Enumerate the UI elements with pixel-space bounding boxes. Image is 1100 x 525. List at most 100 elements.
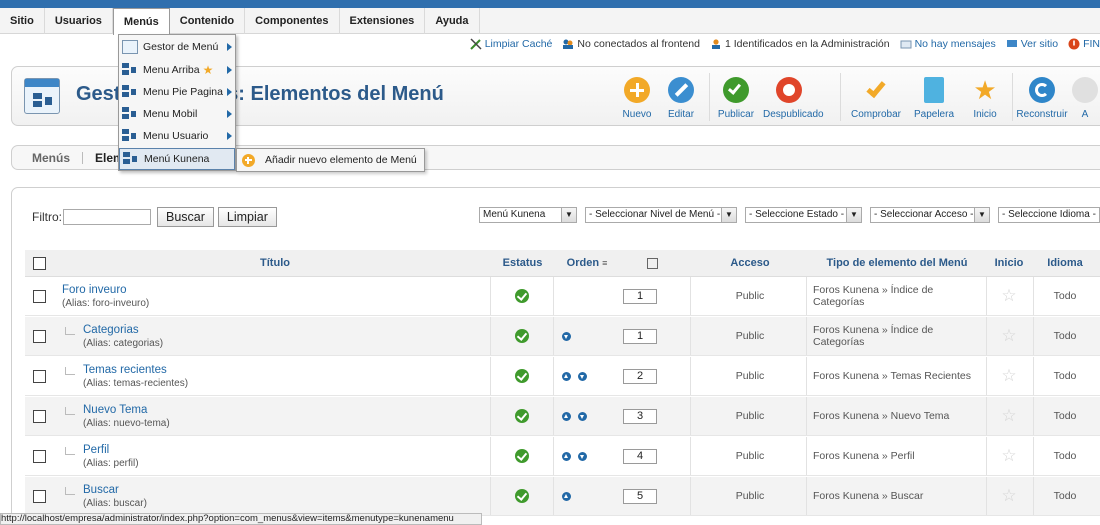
order-input[interactable]: 3 — [623, 397, 659, 435]
move-down-icon[interactable] — [578, 451, 587, 461]
trash-button[interactable]: Papelera — [908, 77, 960, 120]
home-star-icon[interactable]: ☆ — [987, 437, 1031, 475]
menu-select[interactable]: Menú Kunena ▼ — [479, 207, 577, 223]
select-all-checkbox[interactable] — [33, 250, 47, 276]
language-select[interactable]: - Seleccione Idioma - — [998, 207, 1100, 223]
access-select[interactable]: - Seleccionar Acceso - ▼ — [870, 207, 990, 223]
filter-input[interactable] — [63, 209, 151, 225]
row-title-link[interactable]: Buscar — [83, 484, 119, 496]
save-order-icon[interactable] — [647, 257, 659, 269]
header-inicio[interactable]: Inicio — [987, 250, 1031, 276]
published-check-icon[interactable] — [515, 437, 531, 475]
order-input[interactable]: 5 — [623, 477, 659, 515]
header-estatus[interactable]: Estatus — [495, 250, 550, 276]
row-title-link[interactable]: Foro inveuro — [62, 284, 127, 296]
move-down-icon[interactable] — [578, 411, 587, 421]
dropdown-menu-kunena[interactable]: Menú Kunena — [119, 148, 235, 170]
move-up-icon[interactable] — [562, 411, 571, 421]
order-arrows — [562, 397, 602, 435]
dropdown-menu-usuario[interactable]: Menu Usuario — [119, 125, 235, 147]
help-button[interactable]: A — [1070, 77, 1100, 120]
published-check-icon[interactable] — [515, 277, 531, 315]
home-star-icon[interactable]: ☆ — [987, 317, 1031, 355]
menu-icon — [122, 85, 138, 99]
level-select[interactable]: - Seleccionar Nivel de Menú - ▼ — [585, 207, 737, 223]
table-row: Buscar (Alias: buscar) 5 Public Foros Kunena… — [25, 477, 1100, 516]
home-button[interactable]: ★ Inicio — [959, 77, 1011, 120]
filter-label: Filtro: — [32, 210, 62, 224]
published-check-icon[interactable] — [515, 317, 531, 355]
home-star-icon[interactable]: ☆ — [987, 357, 1031, 395]
filter-bar: Filtro: Buscar Limpiar — [32, 207, 277, 227]
dropdown-menu-pie[interactable]: Menu Pie Pagina — [119, 81, 235, 103]
view-site-link[interactable]: Ver sitio — [1006, 38, 1058, 50]
checkin-icon — [863, 77, 889, 103]
unpublish-icon — [776, 77, 802, 103]
row-title-link[interactable]: Temas recientes — [83, 364, 167, 376]
move-down-icon[interactable] — [562, 331, 571, 341]
published-check-icon[interactable] — [515, 477, 531, 515]
header-orden[interactable]: Orden ≡ — [555, 250, 670, 276]
subnav-menus-link[interactable]: Menús — [32, 151, 70, 165]
row-title-link[interactable]: Perfil — [83, 444, 109, 456]
chevron-down-icon: ▼ — [846, 208, 861, 222]
help-icon — [1072, 77, 1098, 103]
published-check-icon[interactable] — [515, 397, 531, 435]
row-checkbox[interactable] — [33, 477, 47, 515]
state-select[interactable]: - Seleccione Estado - ▼ — [745, 207, 862, 223]
chevron-right-icon — [227, 110, 232, 118]
published-check-icon[interactable] — [515, 357, 531, 395]
row-alias: (Alias: nuevo-tema) — [83, 417, 170, 429]
power-icon — [1068, 38, 1080, 50]
order-input[interactable]: 2 — [623, 357, 659, 395]
menu-sitio[interactable]: Sitio — [0, 8, 45, 34]
move-up-icon[interactable] — [562, 491, 571, 501]
row-checkbox[interactable] — [33, 357, 47, 395]
clear-button[interactable]: Limpiar — [217, 207, 277, 227]
menu-contenido[interactable]: Contenido — [170, 8, 246, 34]
row-checkbox[interactable] — [33, 437, 47, 475]
tree-branch — [65, 407, 75, 415]
move-down-icon[interactable] — [578, 371, 587, 381]
dropdown-menu-arriba[interactable]: Menu Arriba ★ — [119, 59, 235, 81]
menu-componentes[interactable]: Componentes — [245, 8, 340, 34]
unpublish-button[interactable]: Despublicado — [763, 77, 824, 120]
clear-cache-link[interactable]: Limpiar Caché — [469, 38, 552, 50]
order-input[interactable]: 1 — [623, 317, 659, 355]
rebuild-button[interactable]: Reconstruir — [1016, 77, 1068, 120]
move-up-icon[interactable] — [562, 451, 571, 461]
home-star-icon[interactable]: ☆ — [987, 477, 1031, 515]
header-tipo[interactable]: Tipo de elemento del Menú — [808, 250, 986, 276]
header-acceso[interactable]: Acceso — [695, 250, 805, 276]
row-checkbox[interactable] — [33, 317, 47, 355]
menu-ayuda[interactable]: Ayuda — [425, 8, 480, 34]
admin-users-status: 1 Identificados en la Administración — [710, 38, 890, 50]
search-button[interactable]: Buscar — [157, 207, 214, 227]
dropdown-gestor-menu[interactable]: Gestor de Menú — [119, 36, 235, 58]
messages-link[interactable]: No hay mensajes — [900, 38, 996, 50]
order-input[interactable]: 4 — [623, 437, 659, 475]
edit-button[interactable]: Editar — [655, 77, 707, 120]
row-alias: (Alias: perfil) — [83, 457, 139, 469]
row-title-link[interactable]: Nuevo Tema — [83, 404, 147, 416]
add-menu-item-submenu[interactable]: Añadir nuevo elemento de Menú — [236, 148, 425, 172]
logout-link[interactable]: FIN — [1068, 38, 1100, 50]
row-checkbox[interactable] — [33, 397, 47, 435]
home-star-icon[interactable]: ☆ — [987, 277, 1031, 315]
order-input[interactable]: 1 — [623, 277, 659, 315]
row-checkbox[interactable] — [33, 277, 47, 315]
menu-menus[interactable]: Menús — [112, 8, 170, 35]
header-titulo[interactable]: Título — [60, 250, 490, 276]
home-star-icon[interactable]: ☆ — [987, 397, 1031, 435]
row-language: Todo — [1053, 490, 1077, 502]
row-title-link[interactable]: Categorias — [83, 324, 139, 336]
publish-button[interactable]: Publicar — [710, 77, 762, 120]
move-up-icon[interactable] — [562, 371, 571, 381]
row-language: Todo — [1053, 290, 1077, 302]
table-row: Nuevo Tema (Alias: nuevo-tema) 3 Public Foro… — [25, 397, 1100, 436]
dropdown-menu-mobil[interactable]: Menu Mobil — [119, 103, 235, 125]
header-idioma[interactable]: Idioma — [1035, 250, 1095, 276]
menu-extensiones[interactable]: Extensiones — [340, 8, 426, 34]
checkin-button[interactable]: Comprobar — [850, 77, 902, 120]
menu-usuarios[interactable]: Usuarios — [45, 8, 113, 34]
